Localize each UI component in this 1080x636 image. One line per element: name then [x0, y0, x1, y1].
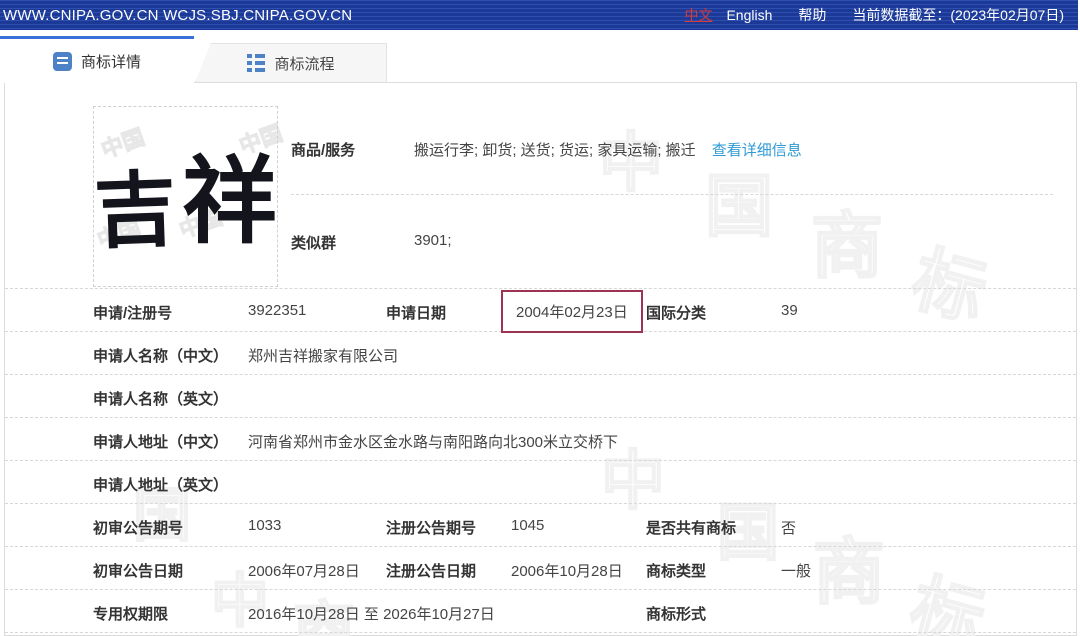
field-label: 申请人名称（英文） — [93, 388, 228, 409]
language-chinese-link[interactable]: 中文 — [684, 5, 712, 25]
table-row: 申请人名称（中文） 郑州吉祥搬家有限公司 — [5, 332, 1076, 375]
field-label: 申请人地址（英文） — [93, 474, 228, 495]
field-label: 申请日期 — [386, 302, 446, 323]
tab-trademark-process[interactable]: 商标流程 — [195, 43, 387, 82]
field-value: 2006年10月28日 — [511, 560, 623, 581]
field-label: 注册公告期号 — [386, 517, 476, 538]
tab-label: 商标流程 — [274, 53, 334, 74]
help-link[interactable]: 帮助 — [798, 5, 826, 25]
field-value: 1033 — [248, 517, 281, 534]
detail-rows: 申请/注册号 3922351 申请日期 2004年02月23日国际分类 39 申请人名称（… — [5, 288, 1076, 633]
view-details-link[interactable]: 查看详细信息 — [712, 142, 802, 159]
trademark-image: 吉 祥 — [93, 106, 278, 287]
detail-panel: 中国商标中国商标国中商中国中国中国中国 吉 祥 商品/服务 搬运行李; 卸货; … — [4, 82, 1077, 636]
goods-services-value: 搬运行李; 卸货; 送货; 货运; 家具运输; 搬迁查看详细信息 — [414, 139, 802, 160]
field-label: 初审公告期号 — [93, 517, 183, 538]
document-lines-icon — [53, 52, 72, 71]
field-value: 河南省郑州市金水区金水路与南阳路向北300米立交桥下 — [248, 431, 618, 452]
field-label: 国际分类 — [646, 302, 706, 323]
field-value: 3922351 — [248, 302, 306, 319]
table-row: 申请人地址（英文） — [5, 461, 1076, 504]
table-row: 申请人名称（英文） — [5, 375, 1076, 418]
field-value: 搬运行李; 卸货; 送货; 货运; 家具运输; 搬迁 — [414, 142, 696, 159]
field-value: 2006年07月28日 — [248, 560, 360, 581]
top-bar: WWW.CNIPA.GOV.CN WCJS.SBJ.CNIPA.GOV.CN 中… — [0, 0, 1078, 30]
panel-content: 吉 祥 商品/服务 搬运行李; 卸货; 送货; 货运; 家具运输; 搬迁查看详细… — [5, 83, 1076, 635]
trademark-char: 吉 — [92, 143, 178, 265]
field-label: 专用权期限 — [93, 603, 168, 624]
trademark-calligraphy-text: 吉 祥 — [94, 128, 277, 265]
list-grid-icon — [247, 54, 265, 72]
tab-bar: 商标详情 商标流程 — [0, 30, 1080, 82]
field-value: 否 — [781, 517, 796, 538]
field-value: 2016年10月28日 至 2026年10月27日 — [248, 603, 495, 624]
field-value: 39 — [781, 302, 798, 319]
trademark-detail-page: WWW.CNIPA.GOV.CN WCJS.SBJ.CNIPA.GOV.CN 中… — [0, 0, 1080, 636]
field-value: 一般 — [781, 560, 811, 581]
field-label: 商品/服务 — [291, 139, 355, 160]
tab-label: 商标详情 — [81, 51, 141, 72]
trademark-char: 祥 — [182, 125, 277, 262]
field-value: 3901; — [414, 232, 452, 249]
field-label: 申请人地址（中文） — [93, 431, 228, 452]
field-label: 申请/注册号 — [93, 302, 172, 323]
site-domains-text: WWW.CNIPA.GOV.CN WCJS.SBJ.CNIPA.GOV.CN — [0, 7, 352, 24]
table-row: 专用权期限 2016年10月28日 至 2026年10月27日 商标形式 — [5, 590, 1076, 633]
table-row: 初审公告日期 2006年07月28日 注册公告日期 2006年10月28日 商标类型 一般 — [5, 547, 1076, 590]
field-label: 申请人名称（中文） — [93, 345, 228, 366]
data-cutoff-text: 当前数据截至：(2023年02月07日) — [852, 5, 1064, 25]
field-label: 初审公告日期 — [93, 560, 183, 581]
tab-trademark-details[interactable]: 商标详情 — [0, 36, 194, 83]
top-bar-links: 中文 English 帮助 当前数据截至：(2023年02月07日) — [684, 5, 1078, 25]
table-row: 申请人地址（中文） 河南省郑州市金水区金水路与南阳路向北300米立交桥下 — [5, 418, 1076, 461]
field-label: 是否共有商标 — [646, 517, 736, 538]
divider — [291, 194, 1053, 195]
field-label: 商标类型 — [646, 560, 706, 581]
field-value: 1045 — [511, 517, 544, 534]
field-label: 注册公告日期 — [386, 560, 476, 581]
application-date-highlight: 2004年02月23日 — [501, 290, 643, 333]
table-row: 申请/注册号 3922351 申请日期 2004年02月23日国际分类 39 — [5, 289, 1076, 332]
field-value: 郑州吉祥搬家有限公司 — [248, 345, 398, 366]
language-english-link[interactable]: English — [726, 7, 772, 23]
table-row: 初审公告期号 1033 注册公告期号 1045 是否共有商标 否 — [5, 504, 1076, 547]
field-label: 商标形式 — [646, 603, 706, 624]
field-label: 类似群 — [291, 232, 336, 253]
